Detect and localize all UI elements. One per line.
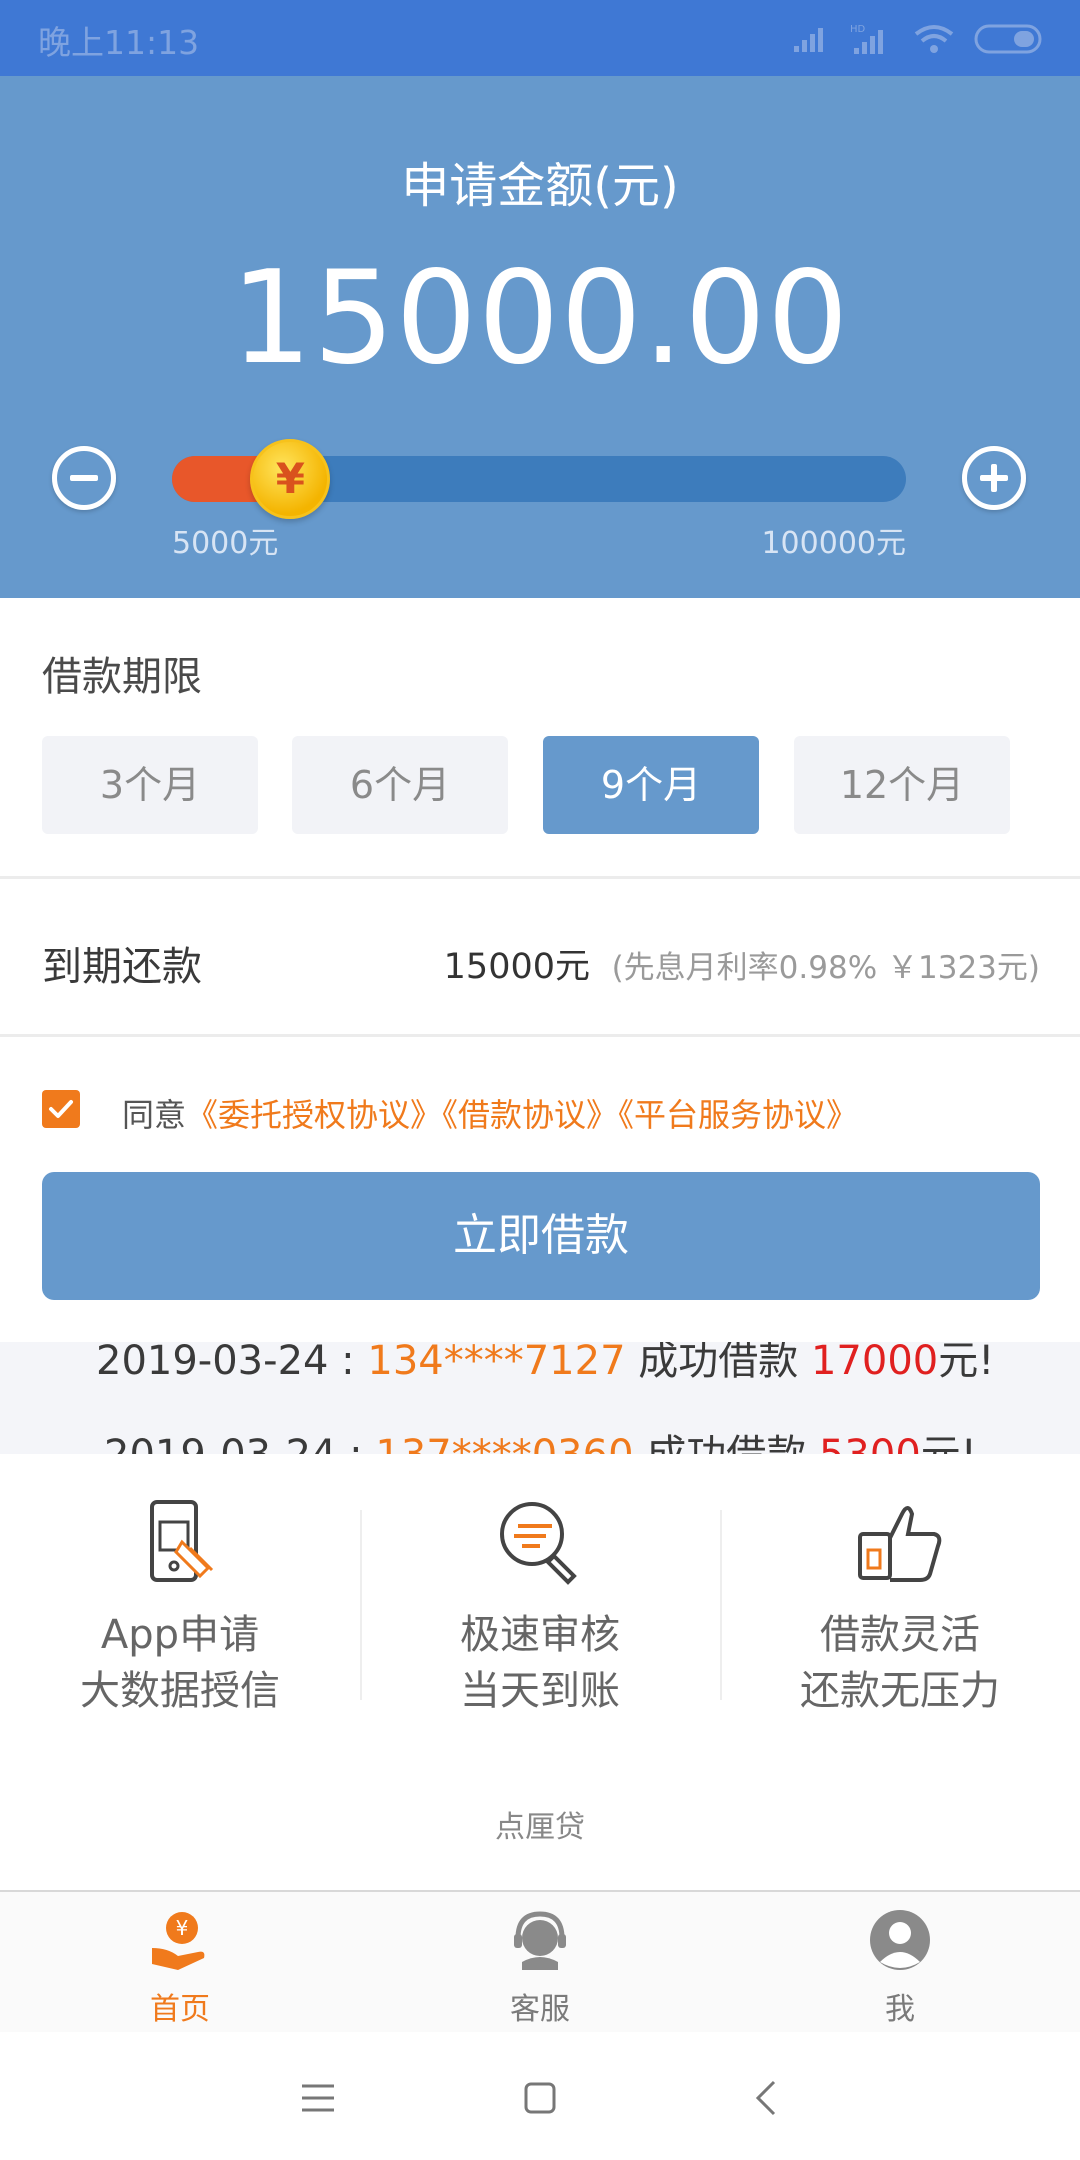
tab-me[interactable]: 我 [720,1892,1080,2032]
loan-ticker: 2019-03-24 : 134****7127 成功借款 17000元! 20… [0,1342,1080,1454]
repayment-interest-note: (先息月利率0.98% ￥1323元) [611,950,1040,986]
slider-max-label: 100000元 [761,526,906,561]
thumbs-up-icon [858,1506,942,1582]
apply-loan-button[interactable]: 立即借款 [42,1172,1040,1300]
home-square-icon[interactable] [510,2068,570,2128]
ticker-date: 2019-03-24 : [96,1342,368,1384]
divider [0,1034,1080,1037]
term-option-3-months[interactable]: 3个月 [42,736,258,834]
minus-circle-icon [70,475,98,481]
ticker-amount: 5300 [819,1432,921,1454]
bottom-tab-bar: ¥ 首页 客服 我 [0,1890,1080,2032]
tab-label: 首页 [150,1992,210,2027]
signal-icon [794,28,823,52]
tab-home[interactable]: ¥ 首页 [0,1892,360,2032]
menu-icon[interactable] [288,2068,348,2128]
feature-line1: 极速审核 [460,1612,620,1658]
amount-title: 申请金额(元) [401,158,679,214]
divider [0,876,1080,879]
feature-line2: 当天到账 [460,1668,620,1714]
user-avatar-icon [870,1910,930,1970]
feature-app-apply: App申请 大数据授信 [0,1480,360,1740]
magnifier-review-icon [500,1502,577,1585]
ticker-text: 成功借款 [625,1342,811,1384]
repayment-label: 到期还款 [42,944,202,990]
phone-app-icon [150,1500,214,1582]
amount-header: 申请金额(元) 15000.00 ¥ 5000元 100000元 [0,76,1080,598]
hd-signal-icon: HD [850,24,883,54]
increase-amount-button[interactable] [962,446,1026,510]
agreement-prefix: 同意 [122,1096,187,1134]
ticker-suffix: 元! [921,1432,977,1454]
term-option-9-months[interactable]: 9个月 [543,736,759,834]
svg-text:¥: ¥ [176,1916,189,1940]
home-yen-icon: ¥ [152,1912,205,1970]
term-label: 借款期限 [42,654,202,700]
tab-customer-service[interactable]: 客服 [360,1892,720,2032]
system-nav-bar [0,2032,1080,2160]
svg-text:HD: HD [850,24,866,35]
checkmark-icon [49,1100,73,1118]
amount-slider-knob[interactable]: ¥ [250,439,331,519]
ticker-phone: 134****7127 [367,1342,626,1384]
feature-flexible-repay: 借款灵活 还款无压力 [720,1480,1080,1740]
ticker-phone: 137****0360 [375,1432,633,1454]
ticker-text: 成功借款 [634,1432,819,1454]
tab-label: 我 [885,1992,915,2027]
feature-line2: 大数据授信 [80,1668,280,1714]
agreement-text: 同意《委托授权协议》《借款协议》《平台服务协议》 [122,1090,858,1136]
feature-line1: 借款灵活 [820,1612,980,1658]
repayment-value: 15000元 [443,947,590,987]
ticker-date: 2019-03-24 : [104,1432,375,1454]
tab-label: 客服 [510,1992,570,2027]
term-option-12-months[interactable]: 12个月 [794,736,1010,834]
status-time: 晚上11:13 [38,23,200,62]
slider-min-label: 5000元 [172,526,279,561]
back-icon[interactable] [738,2068,798,2128]
term-option-6-months[interactable]: 6个月 [292,736,508,834]
ticker-suffix: 元! [938,1342,995,1384]
customer-service-icon [514,1911,566,1970]
battery-icon [974,24,1042,54]
ticker-amount: 17000 [810,1342,939,1384]
feature-line2: 还款无压力 [800,1668,1000,1714]
wifi-icon [914,25,954,53]
agreement-links[interactable]: 《委托授权协议》《借款协议》《平台服务协议》 [186,1096,858,1134]
ticker-item: 2019-03-24 : 134****7127 成功借款 17000元! [96,1342,994,1386]
status-bar: 晚上11:13 HD [0,0,1080,76]
feature-fast-review: 极速审核 当天到账 [360,1480,720,1740]
status-icons: HD [792,20,1044,58]
feature-line1: App申请 [100,1612,260,1658]
agreement-checkbox[interactable] [42,1090,80,1128]
amount-value: 15000.00 [230,244,850,393]
features-section: App申请 大数据授信 极速审核 当天到账 借款灵活 还款无压力 [0,1480,1080,1740]
ticker-item: 2019-03-24 : 137****0360 成功借款 5300元! [104,1422,977,1454]
brand-name: 点厘贷 [495,1810,585,1845]
decrease-amount-button[interactable] [52,446,116,510]
